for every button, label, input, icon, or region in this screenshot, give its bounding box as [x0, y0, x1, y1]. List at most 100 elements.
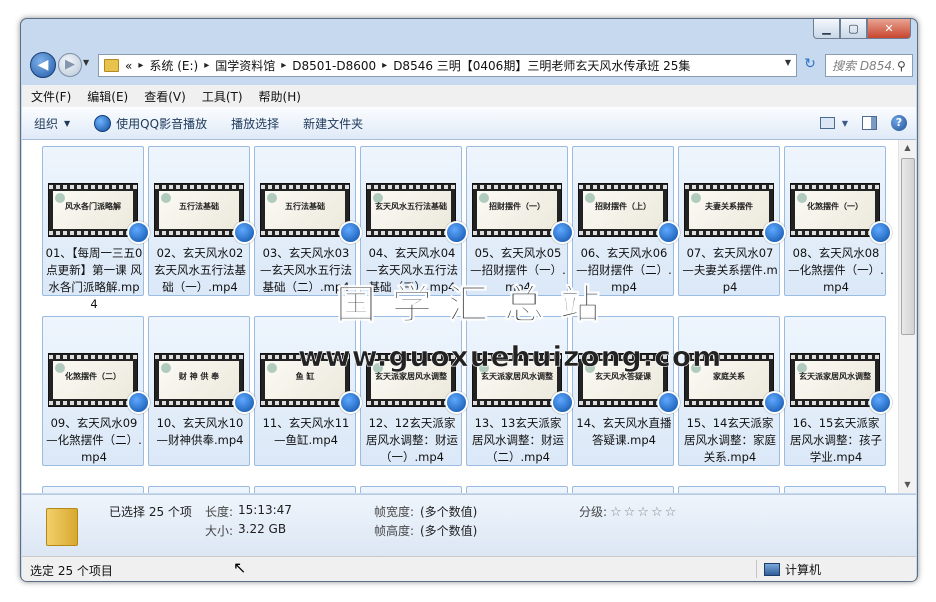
file-name: 07、玄天风水07—夫妻关系摆件.mp4: [682, 246, 778, 294]
file-item[interactable]: [42, 486, 144, 493]
menu-tools[interactable]: 工具(T): [193, 88, 250, 105]
frame-height-value: (多个数值): [420, 524, 478, 538]
scroll-up-button[interactable]: ▲: [899, 140, 916, 156]
menu-view[interactable]: 查看(V): [135, 88, 193, 105]
folder-icon: [46, 502, 78, 546]
video-thumbnail: 财 神 供 奉: [154, 353, 244, 407]
play-selection-button[interactable]: 播放选择: [219, 115, 291, 132]
qq-player-icon: [339, 221, 362, 244]
status-bar: 选定 25 个项目 计算机: [22, 556, 916, 581]
file-item[interactable]: 家庭关系 15、14玄天派家居风水调整：家庭关系.mp4: [678, 316, 786, 466]
file-name: 12、12玄天派家居风水调整：财运（一）.mp4: [366, 416, 458, 464]
file-item[interactable]: [360, 486, 462, 493]
file-item[interactable]: [784, 486, 886, 493]
breadcrumb-current-folder[interactable]: D8546 三明【0406期】三明老师玄天风水传承班 25集: [393, 57, 690, 74]
scroll-down-button[interactable]: ▼: [899, 477, 916, 493]
thumbnail-slide: 化煞摆件（二）: [53, 361, 133, 399]
preview-pane-button[interactable]: [858, 114, 880, 132]
organize-button[interactable]: 组织 ▼: [22, 115, 82, 132]
file-item[interactable]: [572, 486, 674, 493]
breadcrumb-folder[interactable]: 国学资料馆: [215, 57, 275, 74]
file-name: 03、玄天风水03—玄天风水五行法基础（二）.mp4: [260, 246, 352, 294]
address-bar[interactable]: « ▸ 系统 (E:) ▸ 国学资料馆 ▸ D8501-D8600 ▸ D854…: [98, 54, 797, 77]
vertical-scrollbar[interactable]: ▲ ▼: [898, 140, 916, 493]
view-dropdown[interactable]: ▼: [840, 114, 850, 132]
thumbnail-title: 鱼 缸: [295, 371, 315, 381]
menu-edit[interactable]: 编辑(E): [78, 88, 135, 105]
scroll-thumb[interactable]: [901, 158, 915, 335]
address-overflow[interactable]: «: [125, 59, 132, 73]
new-folder-button[interactable]: 新建文件夹: [291, 115, 375, 132]
file-name: 05、玄天风水05—招财摆件（一）.mp4: [470, 246, 566, 294]
back-button[interactable]: ◀: [30, 52, 56, 78]
breadcrumb-chevron-icon[interactable]: ▸: [382, 60, 387, 71]
qq-player-icon: [763, 221, 786, 244]
file-item[interactable]: 玄天派家居风水调整 16、15玄天派家居风水调整：孩子学业.mp4: [784, 316, 892, 466]
file-list[interactable]: 风水各门派略解 01、【每周一三五0点更新】第一课 风水各门派略解.mp4 五行法基…: [22, 140, 916, 493]
title-bar[interactable]: ▁ ▢ ✕: [21, 19, 917, 47]
file-item[interactable]: 财 神 供 奉 10、玄天风水10—财神供奉.mp4: [148, 316, 256, 466]
maximize-button[interactable]: ▢: [840, 19, 867, 39]
refresh-button[interactable]: ↻: [801, 55, 819, 74]
file-item[interactable]: 玄天风水五行法基础 04、玄天风水04—玄天风水五行法基础（三）.mp4: [360, 146, 468, 296]
qq-player-icon: [551, 391, 574, 414]
file-item[interactable]: 夫妻关系摆件 07、玄天风水07—夫妻关系摆件.mp4: [678, 146, 786, 296]
breadcrumb-folder[interactable]: D8501-D8600: [292, 59, 376, 73]
help-icon: ?: [891, 115, 907, 131]
breadcrumb-chevron-icon[interactable]: ▸: [138, 60, 143, 71]
video-thumbnail: 化煞摆件（一）: [790, 183, 880, 237]
file-name: 10、玄天风水10—财神供奉.mp4: [156, 416, 244, 447]
file-item[interactable]: 玄天派家居风水调整 12、12玄天派家居风水调整：财运（一）.mp4: [360, 316, 468, 466]
close-button[interactable]: ✕: [867, 19, 911, 39]
window-controls: ▁ ▢ ✕: [813, 19, 911, 39]
breadcrumb-drive[interactable]: 系统 (E:): [149, 57, 198, 74]
thumbnail-slide: 招财摆件（上）: [583, 191, 663, 229]
change-view-button[interactable]: [816, 114, 838, 132]
search-icon[interactable]: ⚲: [897, 59, 906, 73]
file-name: 08、玄天风水08—化煞摆件（一）.mp4: [788, 246, 884, 294]
file-item[interactable]: 招财摆件（上） 06、玄天风水06—招财摆件（二）.mp4: [572, 146, 680, 296]
mouse-cursor-icon: ↖: [233, 558, 247, 577]
thumbnail-title: 五行法基础: [285, 201, 325, 211]
navigation-bar: ◀ ▶ ▼ « ▸ 系统 (E:) ▸ 国学资料馆 ▸ D8501-D8600 …: [21, 47, 917, 81]
search-input[interactable]: 搜索 D854... ⚲: [825, 54, 913, 77]
file-item[interactable]: 化煞摆件（一） 08、玄天风水08—化煞摆件（一）.mp4: [784, 146, 892, 296]
qq-player-icon: [763, 391, 786, 414]
qq-player-icon: [869, 221, 892, 244]
breadcrumb-chevron-icon[interactable]: ▸: [204, 60, 209, 71]
address-dropdown-icon[interactable]: ▼: [785, 58, 791, 67]
thumbnail-slide: 鱼 缸: [265, 361, 345, 399]
file-item[interactable]: [466, 486, 568, 493]
rating-stars[interactable]: ☆☆☆☆☆: [610, 505, 678, 520]
qq-player-icon: [657, 391, 680, 414]
file-name: 04、玄天风水04—玄天风水五行法基础（三）.mp4: [366, 246, 458, 294]
menu-file[interactable]: 文件(F): [22, 88, 78, 105]
qq-player-icon: [869, 391, 892, 414]
breadcrumb-chevron-icon[interactable]: ▸: [281, 60, 286, 71]
thumbnail-slide: 夫妻关系摆件: [689, 191, 769, 229]
menu-help[interactable]: 帮助(H): [250, 88, 308, 105]
file-item[interactable]: 玄天派家居风水调整 13、13玄天派家居风水调整：财运（二）.mp4: [466, 316, 574, 466]
file-item[interactable]: 招财摆件（一） 05、玄天风水05—招财摆件（一）.mp4: [466, 146, 574, 296]
file-item[interactable]: 五行法基础 03、玄天风水03—玄天风水五行法基础（二）.mp4: [254, 146, 362, 296]
file-item[interactable]: [148, 486, 250, 493]
file-name: 11、玄天风水11—鱼缸.mp4: [262, 416, 350, 447]
recent-pages-dropdown[interactable]: ▼: [83, 58, 89, 67]
file-name: 06、玄天风水06—招财摆件（二）.mp4: [576, 246, 672, 294]
minimize-button[interactable]: ▁: [813, 19, 840, 39]
qq-player-icon: [94, 114, 112, 132]
file-item[interactable]: 化煞摆件（二） 09、玄天风水09—化煞摆件（二）.mp4: [42, 316, 150, 466]
file-item[interactable]: [254, 486, 356, 493]
qq-play-button[interactable]: 使用QQ影音播放: [82, 114, 219, 132]
help-button[interactable]: ?: [888, 114, 910, 132]
qq-player-icon: [657, 221, 680, 244]
forward-button[interactable]: ▶: [58, 53, 82, 77]
file-item[interactable]: [678, 486, 780, 493]
file-item[interactable]: 玄天风水答疑课 14、玄天风水直播答疑课.mp4: [572, 316, 680, 466]
thumbnail-slide: 五行法基础: [265, 191, 345, 229]
file-item[interactable]: 五行法基础 02、玄天风水02玄天风水五行法基础（一）.mp4: [148, 146, 256, 296]
video-thumbnail: 玄天派家居风水调整: [366, 353, 456, 407]
qq-player-icon: [127, 391, 150, 414]
file-item[interactable]: 鱼 缸 11、玄天风水11—鱼缸.mp4: [254, 316, 362, 466]
file-item[interactable]: 风水各门派略解 01、【每周一三五0点更新】第一课 风水各门派略解.mp4: [42, 146, 150, 311]
